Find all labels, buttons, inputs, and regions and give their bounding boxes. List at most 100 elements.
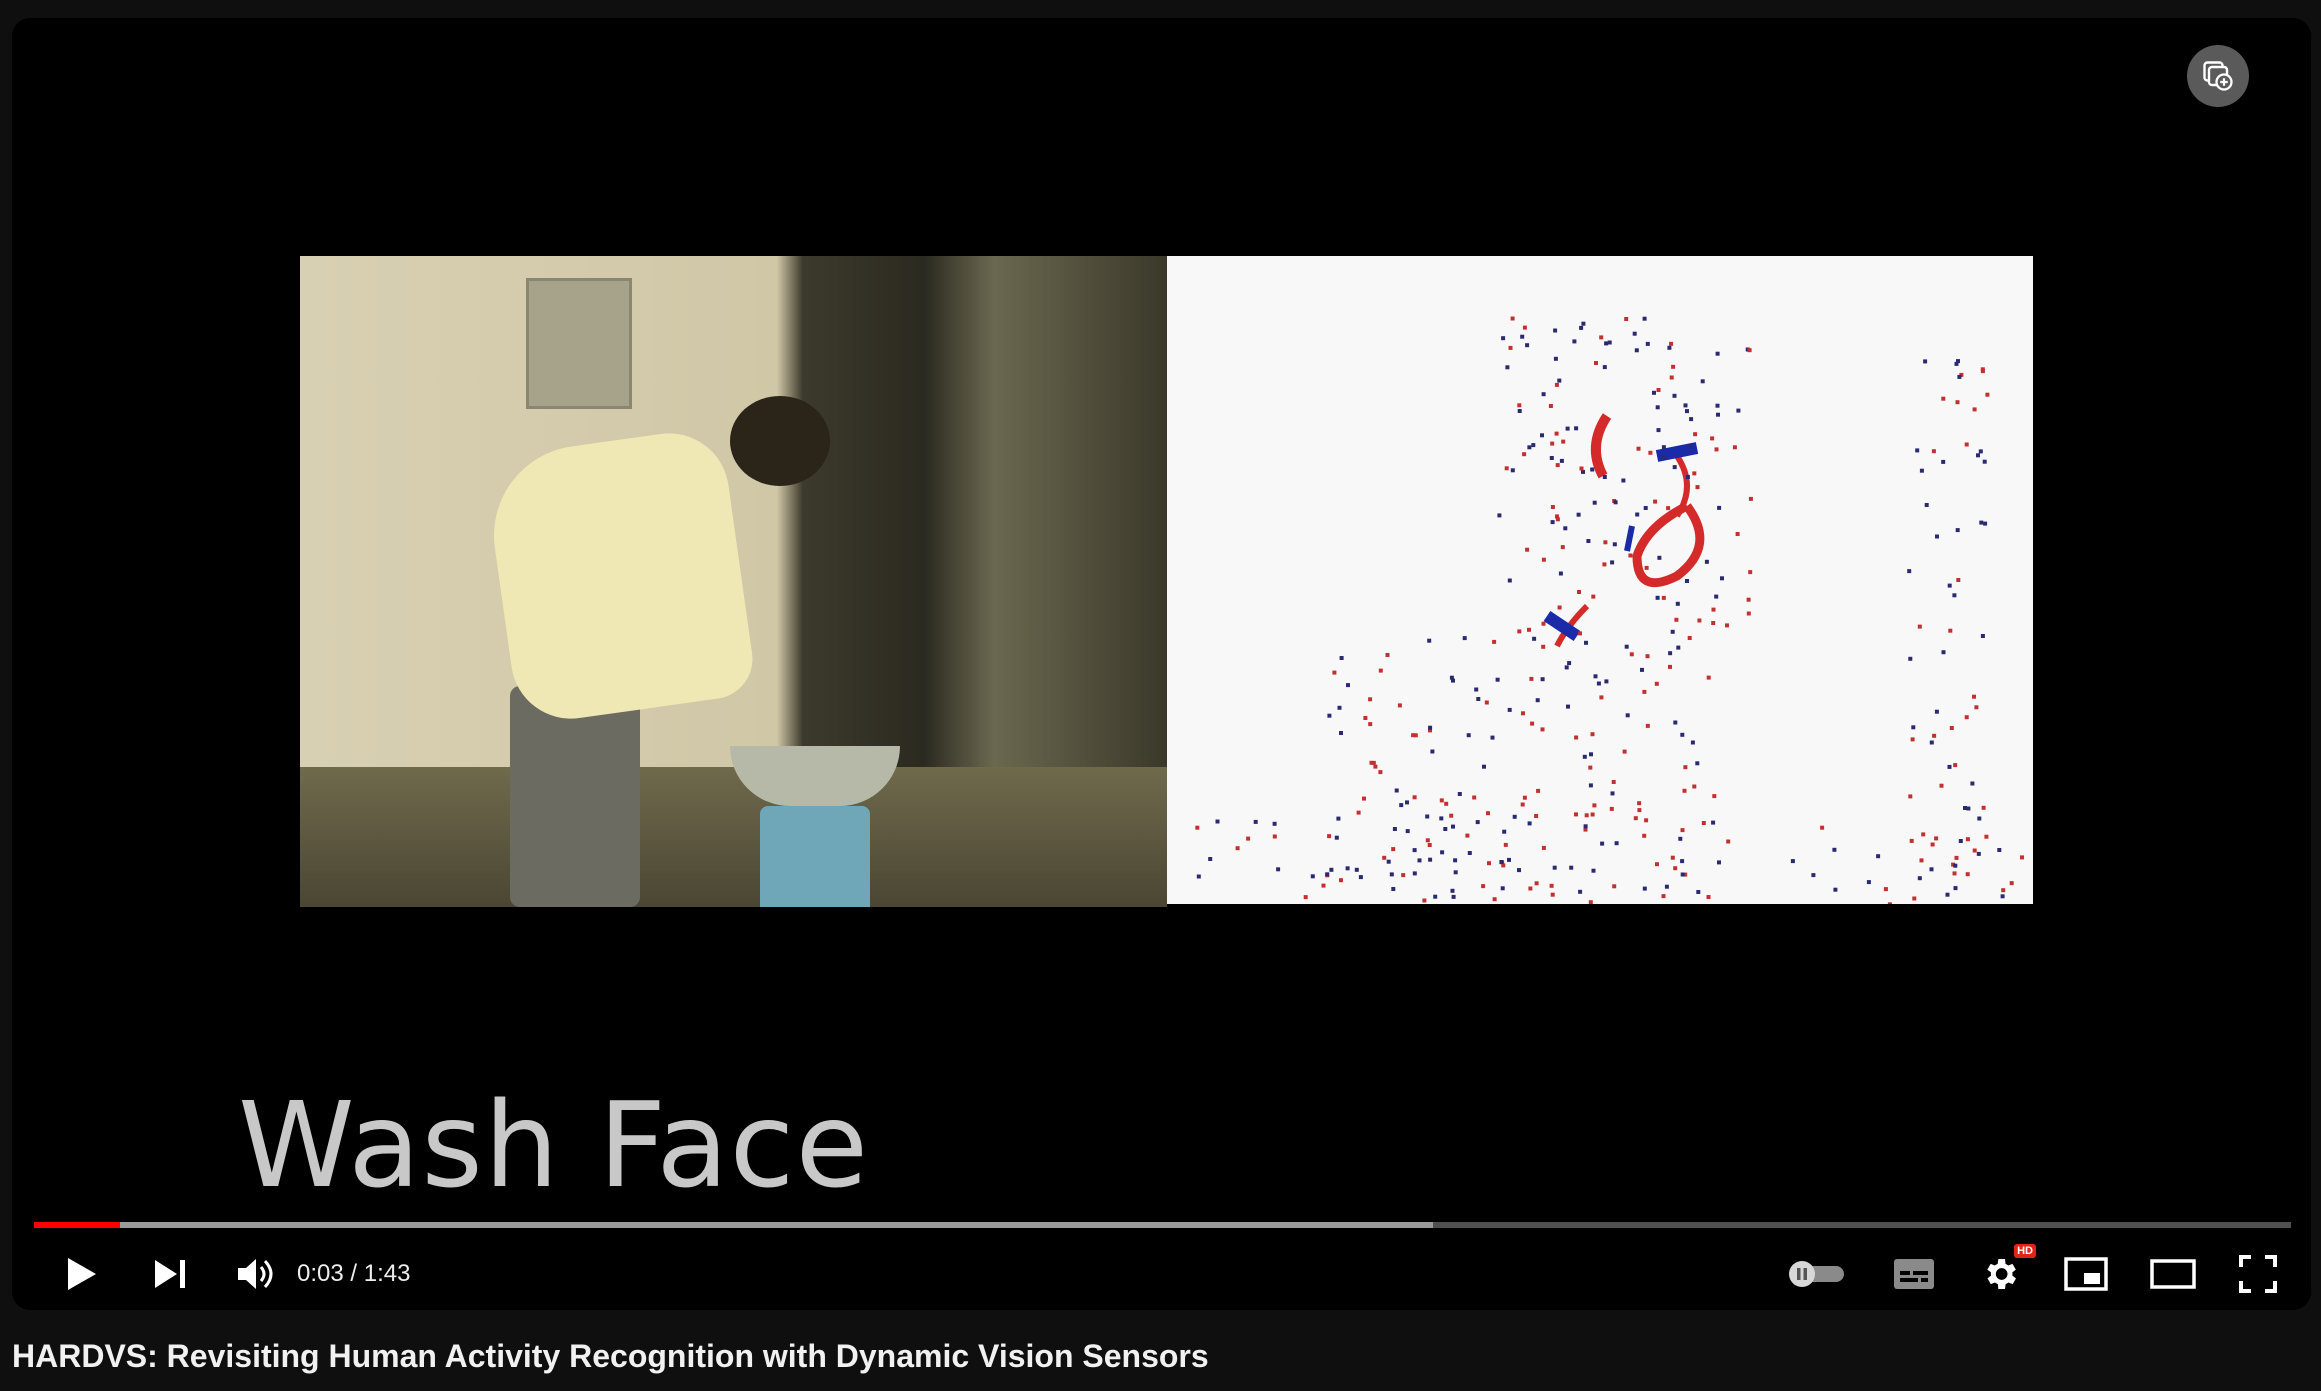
person-shirt	[482, 425, 758, 727]
event-dot	[1811, 873, 1816, 878]
event-dot	[1504, 466, 1509, 471]
event-dot	[1427, 638, 1432, 643]
event-dot	[1578, 631, 1582, 636]
event-dot	[1696, 890, 1701, 894]
event-dot	[1746, 597, 1751, 602]
event-dot	[1972, 407, 1977, 412]
event-dot	[1653, 499, 1658, 504]
event-dot	[1594, 361, 1598, 365]
event-dot	[1642, 833, 1647, 838]
event-dot	[1935, 534, 1939, 539]
event-dot	[1941, 396, 1946, 401]
event-dot	[1574, 426, 1579, 431]
event-dot	[1517, 868, 1521, 873]
event-dot	[1440, 850, 1445, 855]
event-dot	[1399, 803, 1404, 808]
event-dot	[1310, 874, 1315, 879]
event-dot	[1600, 841, 1605, 846]
event-dot	[1578, 889, 1583, 894]
event-dot	[1680, 872, 1685, 877]
event-dot	[1645, 341, 1650, 346]
event-dot	[1557, 378, 1562, 383]
event-dot	[1701, 821, 1706, 825]
event-dot	[1997, 848, 2002, 852]
next-button[interactable]	[140, 1246, 200, 1302]
event-dot	[1584, 640, 1588, 645]
event-dot	[1704, 559, 1709, 564]
event-dot	[1974, 705, 1979, 710]
person-legs	[510, 686, 640, 907]
event-dot	[1453, 858, 1458, 863]
event-dot	[2001, 888, 2006, 893]
event-dot	[1362, 796, 1366, 801]
volume-icon	[238, 1259, 273, 1289]
play-button[interactable]	[52, 1246, 112, 1302]
event-dot	[1553, 328, 1558, 333]
event-dot	[1472, 795, 1477, 800]
event-dot	[1517, 409, 1522, 413]
event-dot	[1972, 694, 1976, 699]
subtitles-button[interactable]	[1884, 1246, 1944, 1302]
event-dot	[1520, 802, 1525, 807]
event-dot	[1983, 521, 1988, 526]
event-dot	[1548, 404, 1553, 408]
event-dot	[1666, 506, 1671, 511]
event-dot	[1695, 485, 1700, 490]
event-dot	[1945, 892, 1950, 897]
event-dot	[1482, 764, 1486, 769]
event-dot	[1911, 725, 1916, 730]
event-dot	[1710, 436, 1715, 441]
event-dot	[1673, 720, 1678, 725]
event-dot	[1628, 553, 1633, 558]
add-to-playlist-button[interactable]	[2187, 45, 2249, 107]
event-dot	[1680, 732, 1685, 737]
event-dot	[1439, 798, 1444, 803]
event-dot	[1566, 704, 1570, 709]
event-dot	[1503, 842, 1508, 847]
event-dot	[1919, 858, 1924, 863]
event-dot	[1726, 839, 1731, 844]
event-dot	[1979, 520, 1984, 525]
event-dot	[2009, 881, 2014, 886]
event-dot	[1505, 365, 1510, 370]
event-dot	[1495, 677, 1500, 682]
event-dot	[1674, 617, 1679, 622]
next-icon	[155, 1260, 185, 1288]
event-dot	[1712, 794, 1717, 799]
event-dot	[1661, 445, 1666, 450]
event-dot	[1682, 788, 1687, 793]
event-dot	[1716, 412, 1720, 417]
autoplay-toggle[interactable]	[1782, 1246, 1852, 1302]
progress-bar[interactable]	[34, 1222, 2291, 1228]
event-dot	[1735, 532, 1740, 536]
event-dot	[1195, 825, 1200, 830]
event-dot	[1561, 439, 1566, 444]
event-dot	[1609, 806, 1614, 811]
event-dot	[1405, 829, 1410, 834]
event-dot	[1972, 848, 1977, 853]
video-player[interactable]: Wash Face 0:03 / 1:43 HD	[12, 18, 2311, 1310]
event-dot	[1339, 656, 1344, 660]
event-dot	[1500, 886, 1505, 891]
floor	[300, 767, 1167, 907]
event-points	[1195, 316, 2024, 904]
event-dot	[1956, 578, 1961, 582]
event-dot	[1706, 675, 1711, 680]
event-dot	[1985, 392, 1990, 397]
event-dot	[1656, 388, 1661, 392]
event-dot	[1717, 505, 1722, 510]
event-dot	[1876, 854, 1881, 859]
theater-mode-button[interactable]	[2143, 1246, 2203, 1302]
event-dot	[1949, 726, 1954, 730]
miniplayer-button[interactable]	[2056, 1246, 2116, 1302]
settings-button[interactable]: HD	[1970, 1244, 2036, 1302]
event-dot	[1412, 871, 1417, 876]
event-dot	[1954, 361, 1959, 366]
event-dot	[1955, 528, 1960, 533]
event-dot	[1697, 618, 1702, 623]
volume-button[interactable]	[226, 1246, 286, 1302]
event-dot	[1425, 838, 1430, 843]
event-dot	[1536, 788, 1541, 793]
fullscreen-button[interactable]	[2228, 1246, 2288, 1302]
event-dot	[1527, 445, 1532, 450]
